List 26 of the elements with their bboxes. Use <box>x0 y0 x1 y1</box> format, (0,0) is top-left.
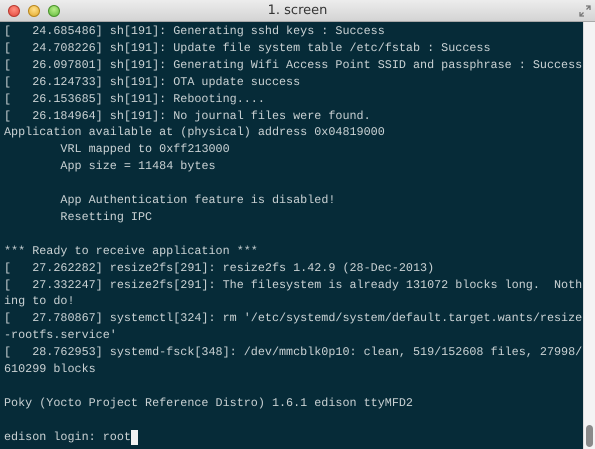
scrollbar-track[interactable] <box>583 22 595 449</box>
output-line: [ 26.184964] sh[191]: No journal files were found. <box>4 108 372 124</box>
zoom-button[interactable] <box>48 4 60 16</box>
minimize-button[interactable] <box>28 4 40 16</box>
output-line: [ 26.124733] sh[191]: OTA update success <box>4 74 302 91</box>
scrollbar-thumb[interactable] <box>586 425 593 447</box>
output-line: App size = 11484 bytes <box>59 158 217 176</box>
output-line: [ 24.708226] sh[191]: Update file system table /etc/fstab : Success <box>4 40 492 57</box>
text-cursor <box>130 430 138 445</box>
output-line: Poky (Yocto Project Reference Distro) 1.6.1 edison ttyMFD2 <box>4 394 414 412</box>
output-line: [ 24.685486] sh[191]: Generating sshd keys : Success <box>4 23 386 40</box>
output-line: [ 26.153685] sh[191]: Rebooting.... <box>4 90 266 108</box>
output-line: [ 27.332247] resize2fs[291]: The filesystem is already 131072 blocks long. Nothing to do! <box>4 276 582 310</box>
output-line: [ 26.097801] sh[191]: Generating Wifi Access Point SSID and passphrase : Success <box>4 56 582 74</box>
output-line: [ 27.262282] resize2fs[291]: resize2fs 1.42.9 (28-Dec-2013) <box>4 260 436 277</box>
output-line: [ 28.762953] systemd-fsck[348]: /dev/mmcblk0p10: clean, 519/152608 files, 27998/610299 blocks <box>4 344 582 378</box>
output-line: [ 27.780867] systemctl[324]: rm '/etc/systemd/system/default.target.wants/resize-rootfs.service' <box>4 310 582 344</box>
fullscreen-icon[interactable] <box>579 5 591 17</box>
output-line: Resetting IPC <box>59 208 154 226</box>
output-line: App Authentication feature is disabled! <box>59 192 336 209</box>
output-line: VRL mapped to 0xff213000 <box>59 141 231 158</box>
output-line: *** Ready to receive application *** <box>4 242 259 260</box>
output-line: Application available at (physical) address 0x04819000 <box>4 124 386 142</box>
login-prompt: edison login: root <box>4 428 131 446</box>
window-title: 1. screen <box>268 3 328 18</box>
close-button[interactable] <box>8 4 20 16</box>
